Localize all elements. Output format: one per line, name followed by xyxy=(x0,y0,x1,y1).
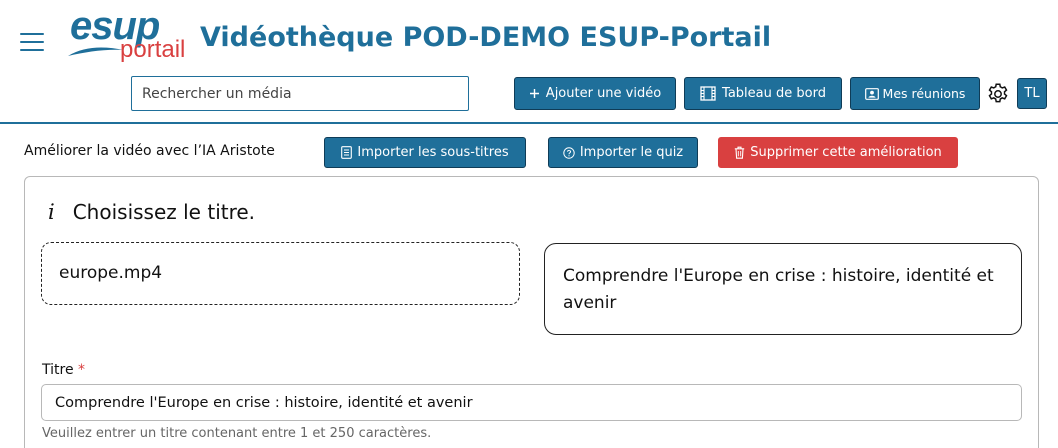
user-avatar-button[interactable]: TL xyxy=(1017,78,1047,109)
gear-icon[interactable] xyxy=(986,82,1010,106)
film-icon xyxy=(700,86,716,101)
site-title[interactable]: Vidéothèque POD-DEMO ESUP-Portail xyxy=(200,22,771,53)
question-circle-icon xyxy=(563,146,575,159)
required-mark: * xyxy=(78,362,86,378)
title-choice-heading: i Choisissez le titre. xyxy=(48,200,255,224)
menu-icon[interactable] xyxy=(20,31,44,53)
logo-text-portail: portail xyxy=(120,36,186,63)
plus-icon xyxy=(529,89,539,98)
info-icon: i xyxy=(48,200,55,224)
esup-portail-logo[interactable]: esup portail xyxy=(66,4,196,64)
import-quiz-label: Importer le quiz xyxy=(579,145,684,160)
title-choice-heading-text: Choisissez le titre. xyxy=(72,200,256,224)
add-video-button[interactable]: Ajouter une vidéo xyxy=(514,77,676,110)
title-label-text: Titre xyxy=(42,362,74,378)
ai-enhance-label: Améliorer la vidéo avec l’IA Aristote xyxy=(24,143,275,159)
import-quiz-button[interactable]: Importer le quiz xyxy=(548,137,698,168)
import-subtitles-label: Importer les sous-titres xyxy=(357,145,509,160)
title-help-text: Veuillez entrer un titre contenant entre… xyxy=(42,426,432,441)
person-card-icon xyxy=(864,87,879,100)
trash-icon xyxy=(735,146,745,159)
dashboard-button[interactable]: Tableau de bord xyxy=(684,77,842,110)
meetings-button[interactable]: Mes réunions xyxy=(850,77,980,110)
site-header: esup portail Vidéothèque POD-DEMO ESUP-P… xyxy=(0,0,1058,124)
logo-swoosh xyxy=(68,47,124,56)
import-subtitles-button[interactable]: Importer les sous-titres xyxy=(324,137,526,168)
dashboard-label: Tableau de bord xyxy=(722,86,826,101)
delete-enhancement-label: Supprimer cette amélioration xyxy=(750,145,942,160)
title-input[interactable] xyxy=(41,384,1022,421)
search-input[interactable] xyxy=(131,76,469,111)
delete-enhancement-button[interactable]: Supprimer cette amélioration xyxy=(718,137,958,168)
title-field-label: Titre * xyxy=(42,362,85,378)
title-option-filename[interactable]: europe.mp4 xyxy=(41,242,520,305)
add-video-label: Ajouter une vidéo xyxy=(545,86,662,101)
meetings-label: Mes réunions xyxy=(882,86,966,101)
document-icon xyxy=(341,146,353,159)
title-option-ai-suggestion[interactable]: Comprendre l'Europe en crise : histoire,… xyxy=(544,243,1022,335)
